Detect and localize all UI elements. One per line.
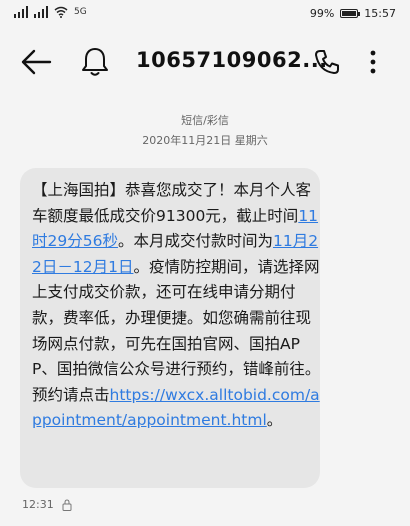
phone-icon[interactable] xyxy=(314,49,340,75)
battery-fill xyxy=(342,11,357,16)
message-type-label: 短信/彩信 xyxy=(181,114,229,127)
message-part-3: 。疫情防控期间，请选择网上支付成交价款，还可在线申请分期付款，费率低，办理便捷。… xyxy=(32,257,321,404)
app-bar: 10657109062... xyxy=(0,36,410,88)
status-bar: 5G 99% 15:57 xyxy=(0,0,410,28)
back-icon[interactable] xyxy=(20,48,52,76)
clock: 15:57 xyxy=(364,7,396,20)
battery-percent: 99% xyxy=(309,7,335,20)
signal-icon-2 xyxy=(34,6,48,18)
message-part-2: 。本月成交付款时间为 xyxy=(117,232,273,251)
conversation-title: 10657109062... xyxy=(136,48,328,72)
more-icon[interactable] xyxy=(366,48,380,76)
lock-icon xyxy=(62,498,72,511)
wifi-icon xyxy=(54,6,68,18)
bell-icon[interactable] xyxy=(78,45,112,79)
status-bar-right: 99% 15:57 xyxy=(310,7,396,20)
status-bar-left: 5G xyxy=(14,6,87,18)
message-part-1: 【上海国拍】恭喜您成交了！本月个人客车额度最低成交价91300元，截止时间 xyxy=(32,181,312,225)
message-time: 12:31 xyxy=(22,498,54,511)
message-date: 2020年11月21日 星期六 xyxy=(142,134,268,147)
signal-icon xyxy=(14,6,28,18)
message-part-4: 。 xyxy=(266,411,283,430)
message-footer: 12:31 xyxy=(22,498,72,511)
network-label: 5G xyxy=(74,6,87,17)
battery-icon xyxy=(340,9,361,18)
message-text[interactable]: 【上海国拍】恭喜您成交了！本月个人客车额度最低成交价91300元，截止时间11时… xyxy=(32,178,322,434)
